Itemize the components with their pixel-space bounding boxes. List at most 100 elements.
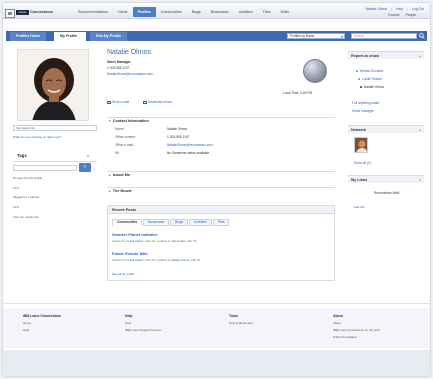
logout-link[interactable]: Log Out xyxy=(412,7,424,11)
nav-blogs[interactable]: Blogs xyxy=(187,7,206,17)
avatar[interactable] xyxy=(354,137,368,153)
footer-link[interactable]: Help xyxy=(23,328,113,332)
collapse-icon[interactable]: ▴ xyxy=(419,52,421,60)
footer-links: IBM Lotus Connections Home Help Help Hel… xyxy=(3,308,430,348)
post-meta-text: Updated by xyxy=(112,239,127,243)
footer-column: About About IBM Lotus Connections on the… xyxy=(333,314,423,342)
chain-person-name: Dennis Goodwin xyxy=(360,69,384,73)
post-meta: Updated by Frank Adams | Mar 29 | update… xyxy=(112,258,200,262)
nav-home[interactable]: Home xyxy=(113,7,133,17)
expand-caret-icon: ▾ xyxy=(109,119,111,123)
tab-activities[interactable]: Activities xyxy=(189,219,212,226)
view-as-toggle[interactable]: View as: cloud | list xyxy=(13,215,38,219)
post-title-link[interactable]: Smarter Planet Initiative xyxy=(112,232,158,237)
chain-person-name: Natalie Olmos xyxy=(364,85,385,89)
footer-link[interactable]: Home xyxy=(23,321,113,325)
tab-files[interactable]: Files xyxy=(212,219,230,226)
author-link[interactable]: Frank Adams xyxy=(127,239,143,243)
my-links-heading: My Links ▴ xyxy=(348,175,424,183)
add-tag-button[interactable]: + xyxy=(79,163,91,172)
tab-communities[interactable]: Communities xyxy=(112,219,143,226)
profile-job-title: Sales Manager xyxy=(107,60,131,64)
separator: | xyxy=(407,7,408,11)
user-name-link[interactable]: Natalie Olmos xyxy=(366,7,387,11)
post-meta-text: | Mar 29 | updated by xyxy=(144,258,171,262)
see-all-link[interactable]: See all for profile xyxy=(112,272,135,276)
people-link[interactable]: People xyxy=(405,13,416,17)
board-section-toggle[interactable]: ▸ The Board xyxy=(107,187,335,194)
profile-name: Natalie Olmos xyxy=(107,49,151,56)
nav-activities[interactable]: Activities xyxy=(234,7,258,17)
directory-scope-select[interactable]: Profiles by Name xyxy=(287,33,345,39)
tab-bookmarks[interactable]: Bookmarks xyxy=(143,219,170,226)
expand-caret-icon: ▸ xyxy=(109,173,111,177)
nav-communities[interactable]: Communities xyxy=(156,7,187,17)
full-chain-link[interactable]: Full reporting chain xyxy=(352,101,379,105)
local-time: Local Time: 3:25 PM xyxy=(283,91,313,95)
tab-blogs[interactable]: Blogs xyxy=(170,219,189,226)
contact-value: No Sametime status available xyxy=(167,151,210,155)
help-link[interactable]: Help xyxy=(396,7,403,11)
find-link[interactable]: Find xyxy=(13,186,19,190)
show-all-network-link[interactable]: Show all (1) xyxy=(354,161,371,165)
find-link[interactable]: Find xyxy=(13,205,19,209)
contact-row: IM: No Sametime status available xyxy=(115,151,209,155)
same-manager-link[interactable]: Same manager xyxy=(352,109,374,113)
chain-person-link[interactable]: Lucille Suarez xyxy=(358,77,382,81)
expand-caret-icon: ▸ xyxy=(109,189,111,193)
footer-link[interactable]: IBM Lotus Connections on the web xyxy=(333,328,423,332)
tag-input[interactable] xyxy=(13,165,77,171)
envelope-icon xyxy=(107,100,111,104)
add-link-button[interactable]: Add link xyxy=(354,205,365,209)
search-input[interactable]: Search xyxy=(351,33,417,39)
user-links: Natalie Olmos | Help | Log Out xyxy=(366,7,424,11)
tab-edit-profile[interactable]: Edit My Profile xyxy=(90,32,127,41)
nav-wikis[interactable]: Wikis xyxy=(276,7,295,17)
app-nav: Recommendations Home Profiles Communitie… xyxy=(73,7,294,17)
globe-icon xyxy=(303,59,327,83)
forums-link[interactable]: Forums xyxy=(388,13,400,17)
footer-link[interactable]: How to Bookmark xyxy=(229,321,319,325)
status-help-link[interactable]: What are you working on right now? xyxy=(13,135,61,139)
author-link[interactable]: Natalie Olmos xyxy=(171,258,189,262)
magnifier-icon[interactable] xyxy=(419,33,425,39)
tab-my-profile[interactable]: My Profile xyxy=(54,32,86,41)
author-link[interactable]: Ted Amado xyxy=(171,239,185,243)
contact-row: Office number: 1-304-555-1107 xyxy=(115,135,189,139)
send-email-link[interactable]: Send e-mail xyxy=(107,100,129,104)
my-link-item[interactable]: Renovations Wiki! xyxy=(374,191,400,195)
contact-info-section-toggle[interactable]: ▾ Contact Information xyxy=(107,117,335,124)
profile-email-link[interactable]: NatalieOlmos@renovations.com xyxy=(107,72,153,76)
post-title-link[interactable]: Public Events Wiki xyxy=(112,251,148,256)
chain-person-current: Natalie Olmos xyxy=(360,85,384,89)
author-link[interactable]: Frank Adams xyxy=(127,258,143,262)
sub-links: Forums People xyxy=(388,13,416,17)
footer-link[interactable]: IBM Lotus Support Forums xyxy=(125,328,215,332)
footer-link[interactable]: Help xyxy=(125,321,215,325)
top-navigation-bar: Lotus Connections Recommendations Home P… xyxy=(3,3,430,19)
contact-key: Office number: xyxy=(115,135,136,139)
tab-profiles-home[interactable]: Profiles Home xyxy=(10,32,47,41)
about-me-section-toggle[interactable]: ▸ About Me xyxy=(107,171,335,178)
collapse-icon[interactable]: ▴ xyxy=(87,153,89,158)
report-chain-heading: Report-to chain ▴ xyxy=(348,51,424,59)
nav-files[interactable]: Files xyxy=(258,7,276,17)
collapse-icon[interactable]: ▴ xyxy=(419,126,421,134)
chain-person-link[interactable]: Dennis Goodwin xyxy=(356,69,383,73)
download-vcard-link[interactable]: Download vCard xyxy=(143,100,172,104)
post-meta-text: Updated by xyxy=(112,258,127,262)
app-logo-icon[interactable] xyxy=(5,9,15,18)
status-input[interactable]: Set status info xyxy=(13,125,97,131)
nav-profiles[interactable]: Profiles xyxy=(132,7,156,17)
nav-recommendations[interactable]: Recommendations xyxy=(73,7,113,17)
recent-posts-heading: Recent Posts xyxy=(108,206,334,214)
nav-bookmarks[interactable]: Bookmarks xyxy=(206,7,234,17)
contact-key: IM: xyxy=(115,151,120,155)
network-title: Network xyxy=(351,128,366,132)
footer-link[interactable]: Submit Feedback xyxy=(333,335,423,339)
about-me-heading: About Me xyxy=(112,173,130,177)
collapse-icon[interactable]: ▴ xyxy=(419,176,421,184)
contact-email-link[interactable]: NatalieOlmos@renovations.com xyxy=(167,143,213,147)
footer-heading: About xyxy=(333,314,343,318)
footer-link[interactable]: About xyxy=(333,321,423,325)
